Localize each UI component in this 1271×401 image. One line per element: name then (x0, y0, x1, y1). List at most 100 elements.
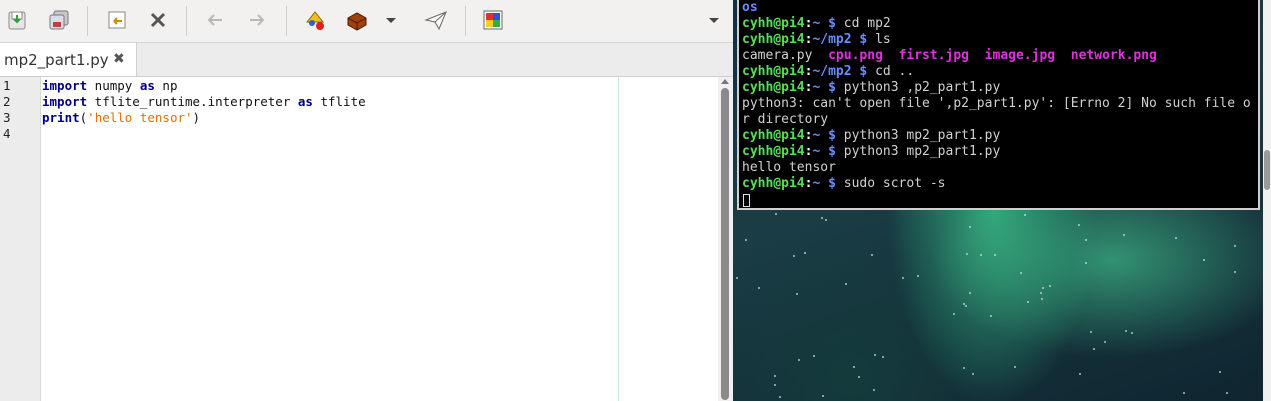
star (1093, 348, 1095, 350)
star (980, 254, 982, 256)
prompt-dollar: $ (820, 16, 844, 31)
toolbar-overflow-menu[interactable] (703, 5, 725, 35)
ls-image-file: network.png (1070, 48, 1157, 63)
star (1219, 371, 1221, 373)
build-dropdown-button[interactable] (381, 5, 401, 35)
terminal-scrollbar[interactable] (1263, 0, 1271, 401)
command: cd mp2 (843, 16, 891, 31)
star (796, 293, 798, 295)
star (1090, 331, 1092, 333)
terminal-window[interactable]: os cyhh@pi4:~ $ cd mp2 cyhh@pi4:~/mp2 $ … (737, 0, 1260, 210)
scrollbar-thumb[interactable] (721, 88, 729, 400)
tab-label: mp2_part1.py (4, 51, 109, 69)
star (1049, 285, 1051, 287)
star (963, 303, 965, 305)
terminal-line: cyhh@pi4:~ $ sudo scrot -s (742, 176, 946, 192)
prompt-user: cyhh@pi4 (742, 176, 805, 191)
star (775, 213, 777, 215)
prompt-path: ~/mp2 (812, 32, 852, 47)
command: python3 mp2_part1.py (843, 144, 1001, 159)
star (990, 315, 992, 317)
star (1104, 341, 1106, 343)
run-icon (305, 11, 325, 30)
string-literal: 'hello tensor' (87, 110, 193, 125)
star (758, 287, 760, 289)
line-number-gutter: 1 2 3 4 (0, 77, 41, 401)
keyword: import (42, 94, 88, 109)
code-text: tflite_runtime.interpreter (87, 94, 298, 109)
prompt-dollar: $ (820, 176, 844, 191)
line-number: 3 (3, 110, 11, 125)
star (969, 226, 971, 228)
code-line: print('hello tensor') (42, 110, 200, 126)
tab-close-icon[interactable]: ✖ (113, 51, 125, 67)
code-line: import numpy as np (42, 78, 177, 94)
star (774, 384, 776, 386)
star (882, 356, 884, 358)
star (1078, 224, 1080, 226)
star (1234, 245, 1236, 247)
star (774, 375, 776, 377)
star (793, 255, 795, 257)
color-chooser-button[interactable] (477, 5, 509, 35)
terminal-line: os (742, 0, 758, 16)
code-text: numpy (87, 78, 140, 93)
run-button[interactable] (299, 5, 331, 35)
terminal-line: cyhh@pi4:~ $ python3 ,p2_part1.py (742, 80, 1000, 96)
revert-icon (108, 11, 126, 29)
close-file-button[interactable] (142, 5, 174, 35)
send-button[interactable] (420, 5, 452, 35)
terminal-line: cyhh@pi4:~ $ python3 mp2_part1.py (742, 144, 1000, 160)
star (1024, 214, 1026, 216)
scrollbar-thumb[interactable] (1264, 150, 1270, 190)
star (853, 366, 855, 368)
star (845, 283, 847, 285)
build-button[interactable] (341, 5, 373, 35)
prompt-dollar: $ (820, 144, 844, 159)
prompt-user: cyhh@pi4 (742, 80, 805, 95)
keyword: print (42, 110, 80, 125)
prompt-user: cyhh@pi4 (742, 32, 805, 47)
prompt-dollar: $ (820, 128, 844, 143)
star (813, 355, 815, 357)
revert-button[interactable] (101, 5, 133, 35)
save-all-icon (49, 10, 69, 30)
build-icon (347, 12, 367, 31)
star (874, 354, 876, 356)
close-file-icon (150, 12, 166, 28)
line-number: 2 (3, 94, 11, 109)
star (804, 252, 806, 254)
prompt-dollar: $ (851, 32, 876, 47)
terminal-output: os (742, 0, 758, 15)
star (825, 219, 827, 221)
star (1040, 292, 1042, 294)
forward-arrow-icon (250, 14, 265, 26)
prompt-user: cyhh@pi4 (742, 128, 805, 143)
tab-mp2-part1[interactable]: mp2_part1.py ✖ (0, 43, 137, 76)
toolbar-separator (286, 6, 287, 36)
terminal-line: cyhh@pi4:~/mp2 $ ls (742, 32, 891, 48)
forward-button[interactable] (241, 5, 273, 35)
ls-file: camera.py (742, 48, 813, 63)
terminal-line: python3: can't open file ',p2_part1.py':… (742, 96, 1251, 112)
star (745, 239, 747, 241)
star (1041, 298, 1043, 300)
keyword: import (42, 78, 88, 93)
star (1079, 373, 1081, 375)
toolbar-separator (465, 6, 466, 36)
star (1027, 301, 1029, 303)
save-all-button[interactable] (43, 5, 75, 35)
star (965, 305, 967, 307)
back-button[interactable] (199, 5, 231, 35)
terminal-line: cyhh@pi4:~ $ python3 mp2_part1.py (742, 128, 1000, 144)
code-text: ) (192, 110, 201, 125)
code-editor[interactable]: 1 2 3 4 import numpy as np import tflite… (0, 77, 718, 401)
star (1226, 392, 1228, 394)
terminal-cursor (743, 194, 750, 207)
command: python3 ,p2_part1.py (843, 80, 1001, 95)
editor-scrollbar[interactable] (718, 77, 733, 401)
terminal-line: cyhh@pi4:~ $ cd mp2 (742, 16, 891, 32)
save-button[interactable] (1, 5, 33, 35)
star (966, 253, 968, 255)
scroll-up-icon[interactable] (721, 79, 729, 84)
